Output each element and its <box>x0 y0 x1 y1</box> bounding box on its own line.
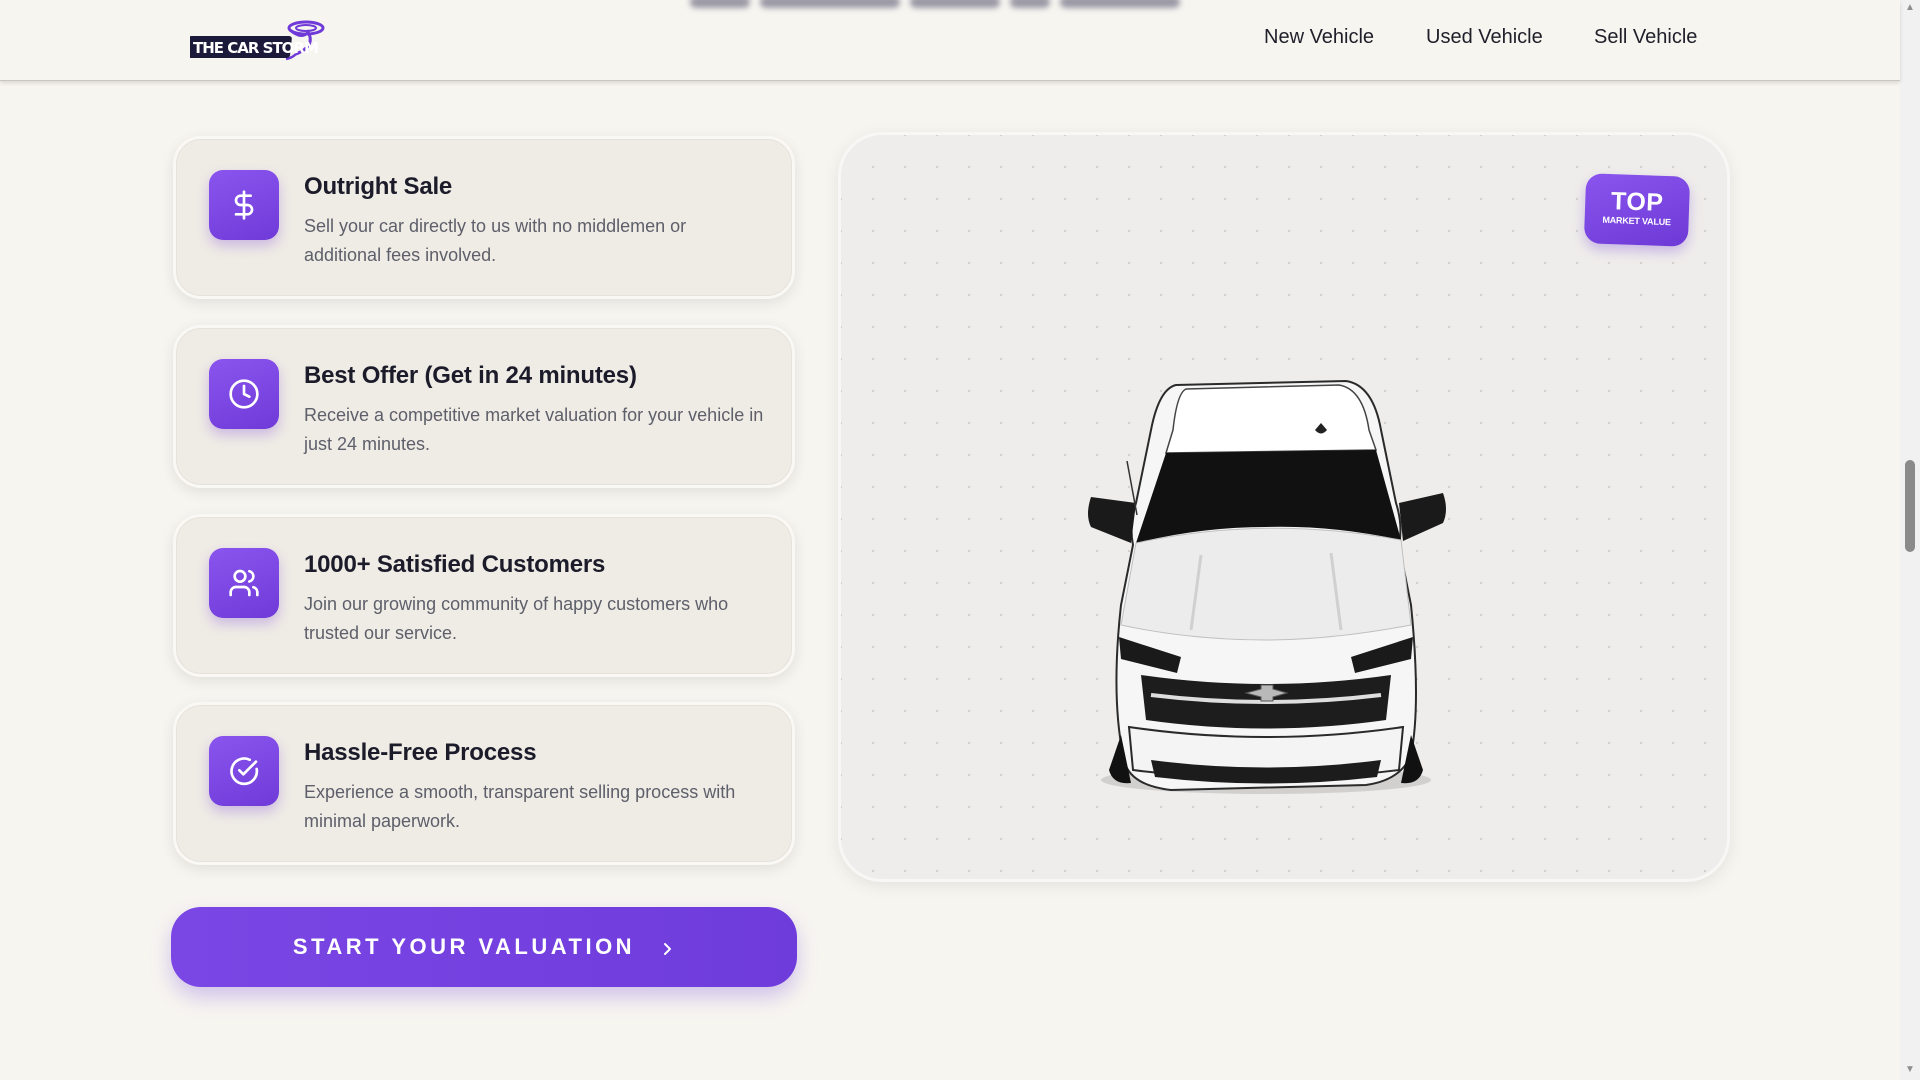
feature-card-best-offer: Best Offer (Get in 24 minutes) Receive a… <box>173 325 795 488</box>
check-circle-icon <box>209 736 279 806</box>
cta-label: START YOUR VALUATION <box>292 934 636 959</box>
users-icon <box>209 548 279 618</box>
logo-icon: THE CAR STORM <box>186 20 325 61</box>
nav-new-vehicle[interactable]: New Vehicle <box>1264 26 1374 56</box>
badge-sub-text: MARKET VALUE <box>1602 214 1671 228</box>
scrollbar-thumb[interactable] <box>1905 460 1915 552</box>
feature-card-satisfied-customers: 1000+ Satisfied Customers Join our growi… <box>173 514 795 677</box>
feature-title: Outright Sale <box>304 173 453 200</box>
site-header: THE CAR STORM New Vehicle Used Vehicle S… <box>0 0 1900 81</box>
top-market-value-badge: TOP MARKET VALUE <box>1583 173 1691 247</box>
feature-description: Sell your car directly to us with no mid… <box>304 216 687 265</box>
feature-title: Hassle-Free Process <box>304 739 537 766</box>
blurred-background-text <box>690 0 1210 12</box>
scroll-down-arrow-icon[interactable]: ▼ <box>1904 1064 1916 1076</box>
page-scrollbar[interactable]: ▲ ▼ <box>1900 0 1920 1080</box>
feature-title: Best Offer (Get in 24 minutes) <box>304 362 637 389</box>
logo-text: THE CAR STORM <box>193 39 318 57</box>
feature-description: Receive a competitive market valuation f… <box>304 405 764 454</box>
dollar-icon <box>209 170 279 240</box>
vehicle-showcase-panel: TOP MARKET VALUE <box>838 132 1730 882</box>
pickup-truck-image <box>1081 375 1451 805</box>
feature-card-hassle-free: Hassle-Free Process Experience a smooth,… <box>173 702 795 865</box>
badge-top-text: TOP <box>1610 187 1664 217</box>
site-logo[interactable]: THE CAR STORM <box>186 18 326 62</box>
nav-used-vehicle[interactable]: Used Vehicle <box>1426 26 1543 56</box>
scroll-up-arrow-icon[interactable]: ▲ <box>1904 2 1916 14</box>
start-valuation-button[interactable]: START YOUR VALUATION <box>171 907 797 987</box>
feature-description: Experience a smooth, transparent selling… <box>304 782 736 831</box>
nav-sell-vehicle[interactable]: Sell Vehicle <box>1594 26 1697 56</box>
clock-icon <box>209 359 279 429</box>
chevron-right-icon <box>661 940 675 955</box>
feature-card-outright-sale: Outright Sale Sell your car directly to … <box>173 136 795 299</box>
feature-title: 1000+ Satisfied Customers <box>304 551 606 578</box>
feature-description: Join our growing community of happy cust… <box>304 594 729 643</box>
